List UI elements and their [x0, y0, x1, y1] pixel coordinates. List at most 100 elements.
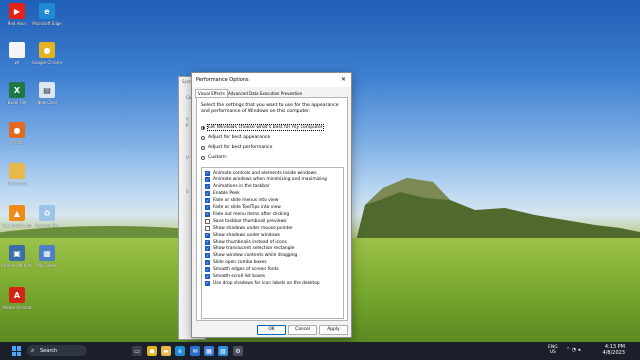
- checkbox[interactable]: ✓: [205, 184, 210, 190]
- taskbar: ⌕ Search ▭ ● ▬ e ✉ ▦ ▨ ⚙ ⌃ ◔ ◂ ENG US 4:13 PM 4…: [0, 342, 640, 360]
- radio-let-windows-choose[interactable]: Let Windows choose what's best for my co…: [201, 124, 324, 131]
- clock-date: 4/8/2023: [602, 350, 625, 356]
- desktop-icon[interactable]: ● Firefox: [2, 122, 32, 145]
- desktop-icon[interactable]: ▤ New Card: [32, 82, 62, 105]
- checkbox[interactable]: ✓: [205, 267, 210, 273]
- checkbox[interactable]: ✓: [205, 205, 210, 210]
- radio-indicator[interactable]: [201, 145, 205, 150]
- desktop-icon[interactable]: A Adobe Acrobat: [2, 287, 32, 310]
- bg-window-text: P: [186, 123, 189, 128]
- checkbox[interactable]: ✓: [205, 232, 210, 238]
- region-code: US: [549, 350, 556, 355]
- checkbox[interactable]: ✓: [205, 170, 210, 176]
- tray-icons[interactable]: ⌃ ◔ ◂: [566, 347, 580, 353]
- checkbox[interactable]: ✓: [205, 198, 210, 204]
- desktop-icon[interactable]: ▲ VLC media player: [2, 205, 32, 228]
- visual-effect-option[interactable]: ✓ Use drop shadows for icon labels on the…: [205, 280, 320, 286]
- desktop-icon[interactable]: X Excel File: [2, 82, 32, 105]
- radio-label: Let Windows choose what's best for my co…: [207, 124, 324, 131]
- description-text: Select the settings that you want to use…: [201, 103, 339, 114]
- radio-best-appearance[interactable]: Adjust for best appearance: [201, 135, 270, 140]
- checkbox[interactable]: ✓: [205, 239, 210, 245]
- cancel-button[interactable]: Cancel: [288, 325, 317, 335]
- desktop-icon-label: VLC media player: [2, 223, 32, 228]
- tab-strip: Visual Effects Advanced Data Execution P…: [192, 87, 351, 98]
- windows-start-icon[interactable]: [12, 346, 22, 356]
- visual-effect-option[interactable]: ✓ Fade or slide ToolTips into view: [205, 205, 281, 211]
- checkbox[interactable]: ✓: [205, 191, 210, 197]
- settings-icon[interactable]: ⚙: [233, 346, 243, 356]
- mail-icon[interactable]: ✉: [190, 346, 200, 356]
- clock[interactable]: 4:13 PM 4/8/2023: [595, 344, 625, 356]
- option-label: Fade or slide menus into view: [213, 198, 279, 204]
- taskbar-search-box[interactable]: ⌕ Search: [27, 345, 87, 356]
- desktop-icon[interactable]: wf: [2, 42, 32, 65]
- option-label: Slide open combo boxes: [213, 260, 267, 266]
- visual-effect-option[interactable]: ✓ Smooth-scroll list boxes: [205, 274, 265, 280]
- visual-effect-option[interactable]: ✓ Show translucent selection rectangle: [205, 246, 294, 252]
- language-indicator[interactable]: ENG US: [548, 345, 558, 355]
- chrome-icon: ●: [39, 42, 55, 58]
- desktop-icon[interactable]: e Microsoft Edge: [32, 3, 62, 26]
- checkbox[interactable]: ✓: [205, 211, 210, 217]
- checkbox[interactable]: ✓: [205, 253, 210, 259]
- radio-indicator[interactable]: [201, 155, 205, 160]
- visual-effect-option[interactable]: Save taskbar thumbnail previews: [205, 218, 286, 224]
- radio-custom[interactable]: Custom:: [201, 155, 227, 160]
- visual-effect-option[interactable]: Show shadows under mouse pointer: [205, 225, 293, 231]
- ok-button[interactable]: OK: [257, 325, 286, 335]
- chrome-icon[interactable]: ●: [147, 346, 157, 356]
- acrobat-icon: A: [9, 287, 25, 303]
- desktop-icon-label: Recycle Bin: [35, 223, 59, 228]
- desktop-icon[interactable]: ▶ Red Hour: [2, 3, 32, 26]
- checkbox[interactable]: ✓: [205, 246, 210, 252]
- store-icon[interactable]: ▦: [204, 346, 214, 356]
- checkbox[interactable]: [205, 218, 210, 224]
- radio-indicator[interactable]: [201, 135, 205, 140]
- radio-best-performance[interactable]: Adjust for best performance: [201, 145, 272, 150]
- radio-indicator[interactable]: [201, 125, 205, 130]
- visual-effect-option[interactable]: ✓ Animations in the taskbar: [205, 184, 270, 190]
- desktop-icon[interactable]: ▣ Oracle VM VirtualBox: [2, 245, 32, 268]
- visual-effect-option[interactable]: ✓ Animate windows when minimizing and max…: [205, 177, 327, 183]
- visual-effect-option[interactable]: ✓ Animate controls and elements inside wi…: [205, 170, 316, 176]
- task-view-icon[interactable]: ▭: [132, 346, 142, 356]
- option-label: Animate controls and elements inside win…: [213, 170, 317, 176]
- vlc-icon: ▲: [9, 205, 25, 221]
- checkbox[interactable]: ✓: [205, 177, 210, 183]
- photos-icon[interactable]: ▨: [218, 346, 228, 356]
- checkbox[interactable]: ✓: [205, 274, 210, 279]
- apply-button[interactable]: Apply: [319, 325, 348, 335]
- desktop-icon[interactable]: ▦ My Folder: [32, 245, 62, 268]
- visual-effect-option[interactable]: ✓ Smooth edges of screen fonts: [205, 267, 279, 273]
- checkbox[interactable]: ✓: [205, 280, 210, 286]
- desktop-icon[interactable]: ♻ Recycle Bin: [32, 205, 62, 228]
- title-bar[interactable]: Performance Options ✕: [192, 73, 351, 87]
- visual-effects-list[interactable]: ✓ Animate controls and elements inside wi…: [201, 167, 344, 319]
- desktop-icon-label: My Folder: [37, 263, 57, 268]
- edge-icon[interactable]: e: [175, 346, 185, 356]
- desktop-icon[interactable]: ● Google Chrome: [32, 42, 62, 65]
- file-explorer-icon[interactable]: ▬: [161, 346, 171, 356]
- visual-effect-option[interactable]: ✓ Fade or slide menus into view: [205, 198, 278, 204]
- visual-effect-option[interactable]: ✓ Slide open combo boxes: [205, 260, 267, 266]
- tab-data-execution-prevention[interactable]: Data Execution Prevention: [247, 90, 304, 96]
- edge-icon: e: [39, 3, 55, 19]
- close-icon[interactable]: ✕: [341, 76, 346, 83]
- bg-window-text: Y: [186, 117, 189, 122]
- visual-effect-option[interactable]: ✓ Show thumbnails instead of icons: [205, 239, 287, 245]
- folder-icon: [9, 163, 25, 179]
- desktop-icon[interactable]: Bootstrap: [2, 163, 32, 186]
- option-label: Enable Peek: [213, 191, 240, 197]
- file-icon: [9, 42, 25, 58]
- desktop-icon-label: New Card: [37, 100, 57, 105]
- checkbox[interactable]: [205, 225, 210, 231]
- visual-effect-option[interactable]: ✓ Enable Peek: [205, 191, 240, 197]
- visual-effect-option[interactable]: ✓ Show window contents while dragging: [205, 253, 297, 259]
- visual-effect-option[interactable]: ✓ Fade out menu items after clicking: [205, 211, 289, 217]
- visual-effect-option[interactable]: ✓ Show shadows under windows: [205, 232, 280, 238]
- desktop-icon-label: Firefox: [10, 140, 24, 145]
- option-label: Show thumbnails instead of icons: [213, 239, 287, 245]
- performance-options-dialog: Performance Options ✕ Visual Effects Adv…: [191, 72, 352, 338]
- checkbox[interactable]: ✓: [205, 260, 210, 266]
